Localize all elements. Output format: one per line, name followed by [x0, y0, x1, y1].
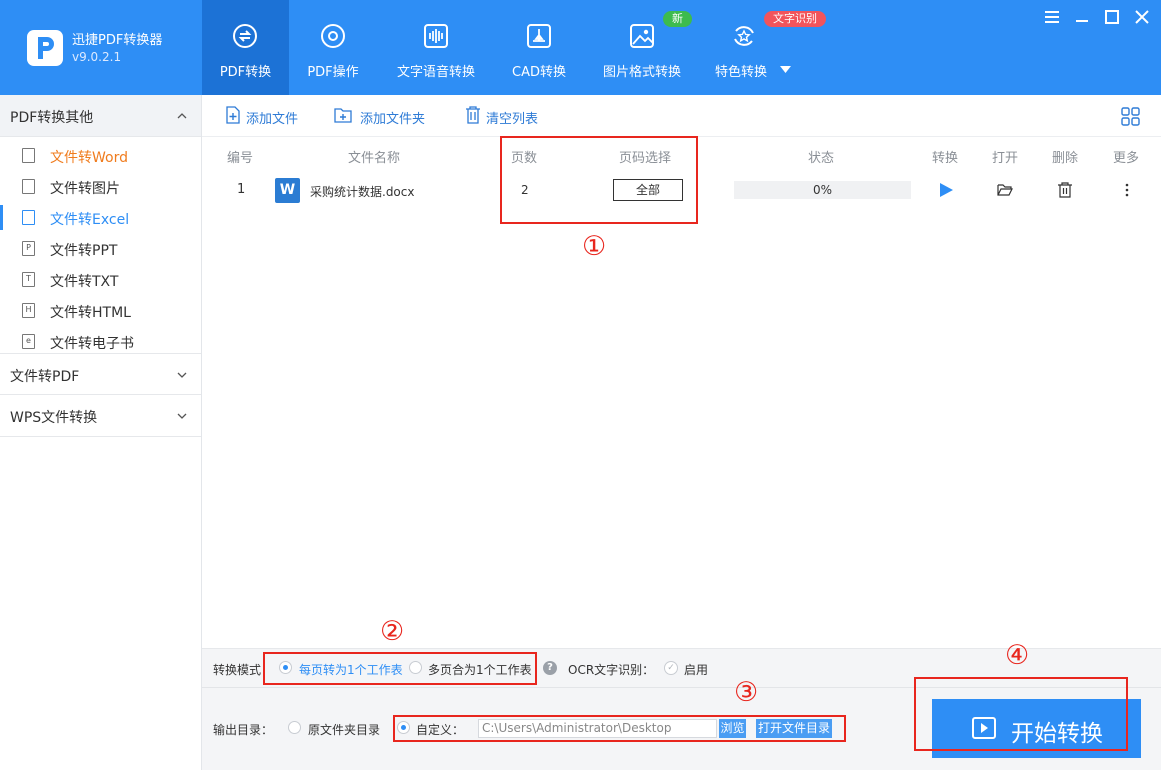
excel-file-icon: [22, 210, 35, 225]
minimize-icon[interactable]: [1074, 9, 1090, 25]
sidebar-section-pdf-convert-other[interactable]: PDF转换其他: [0, 95, 201, 137]
nav-label: 文字语音转换: [396, 65, 475, 80]
title-bar: 迅捷PDF转换器 v9.0.2.1 PDF转换 PDF操作 文字语音转换 CAD…: [0, 0, 1161, 95]
add-folder-icon: [334, 108, 352, 123]
delete-icon[interactable]: [1057, 182, 1073, 198]
header-open: 打开: [992, 151, 1019, 166]
progress-bar: 0%: [734, 181, 911, 199]
annotation-box-2: [263, 652, 537, 685]
add-folder-button[interactable]: 添加文件夹: [334, 106, 442, 127]
annotation-number-2: ②: [380, 616, 405, 647]
add-file-icon: [226, 106, 240, 124]
sidebar-item-label: 文件转Word: [50, 150, 128, 166]
sidebar-item-ppt[interactable]: P 文件转PPT: [0, 233, 201, 264]
sidebar-item-label: 文件转图片: [50, 181, 120, 197]
nav-pdf-convert[interactable]: PDF转换: [202, 0, 289, 95]
output-label: 输出目录：: [213, 723, 274, 737]
ocr-badge: 文字识别: [764, 11, 826, 27]
pdf-convert-icon: [233, 24, 257, 48]
sidebar: PDF转换其他 文件转Word 文件转图片 文件转Excel P 文件转PPT …: [0, 95, 202, 770]
app-name: 迅捷PDF转换器: [72, 33, 163, 48]
grid-view-icon[interactable]: [1121, 107, 1140, 126]
more-icon[interactable]: [1119, 182, 1135, 198]
nav-text-voice[interactable]: 文字语音转换: [382, 0, 490, 95]
clear-list-label: 清空列表: [486, 112, 539, 127]
txt-file-icon: T: [22, 272, 35, 287]
nav-label: PDF操作: [307, 65, 359, 80]
progress-text: 0%: [812, 183, 833, 197]
maximize-icon[interactable]: [1104, 9, 1120, 25]
sidebar-section-file-to-pdf[interactable]: 文件转PDF: [0, 353, 201, 395]
section-title: 文件转PDF: [10, 369, 80, 385]
nav-label: CAD转换: [512, 65, 566, 80]
add-folder-label: 添加文件夹: [360, 112, 426, 127]
annotation-number-4: ④: [1005, 640, 1030, 671]
check-icon[interactable]: ✓: [664, 661, 678, 675]
nav-label: PDF转换: [219, 65, 272, 80]
html-file-icon: H: [22, 303, 35, 318]
annotation-box-1: [500, 136, 698, 224]
nav-cad[interactable]: CAD转换: [496, 0, 582, 95]
sidebar-item-excel[interactable]: 文件转Excel: [0, 202, 201, 233]
cad-icon: [527, 24, 551, 48]
ocr-enable-label[interactable]: 启用: [684, 661, 708, 678]
annotation-number-3: ③: [734, 677, 759, 708]
sidebar-item-html[interactable]: H 文件转HTML: [0, 295, 201, 326]
trash-icon: [466, 106, 480, 124]
nav-label: 特色转换: [715, 65, 768, 80]
folder-open-icon[interactable]: [997, 182, 1013, 198]
ebook-file-icon: e: [22, 334, 35, 349]
sidebar-item-txt[interactable]: T 文件转TXT: [0, 264, 201, 295]
pdf-operate-icon: [321, 24, 345, 48]
sidebar-section-wps[interactable]: WPS文件转换: [0, 395, 201, 437]
chevron-down-icon: [177, 372, 187, 378]
sidebar-item-label: 文件转电子书: [50, 336, 134, 352]
output-radio-original[interactable]: [288, 721, 301, 734]
sidebar-item-label: 文件转TXT: [50, 274, 119, 290]
header-filename: 文件名称: [348, 151, 401, 166]
document-icon: [22, 148, 35, 163]
image-file-icon: [22, 179, 35, 194]
help-icon[interactable]: ?: [543, 661, 557, 675]
sidebar-item-image[interactable]: 文件转图片: [0, 171, 201, 202]
toolbar: 添加文件 添加文件夹 清空列表: [202, 95, 1161, 137]
annotation-number-1: ①: [582, 231, 607, 262]
section-title: PDF转换其他: [10, 110, 94, 126]
new-badge: 新: [663, 11, 692, 27]
ppt-file-icon: P: [22, 241, 35, 256]
row-index: 1: [237, 182, 246, 197]
sidebar-item-label: 文件转PPT: [50, 243, 118, 259]
nav-label: 图片格式转换: [602, 65, 681, 80]
chevron-up-icon: [177, 113, 187, 119]
sidebar-item-label: 文件转HTML: [50, 305, 131, 321]
row-filename: 采购统计数据.docx: [310, 185, 415, 199]
chevron-down-icon: [177, 413, 187, 419]
header-status: 状态: [808, 151, 835, 166]
add-file-button[interactable]: 添加文件: [224, 106, 314, 127]
app-logo: [27, 30, 63, 66]
annotation-box-4: [914, 677, 1128, 751]
ocr-label: OCR文字识别：: [568, 663, 655, 677]
section-title: WPS文件转换: [10, 410, 98, 426]
annotation-box-3: [393, 715, 846, 742]
app-version: v9.0.2.1: [72, 50, 122, 64]
menu-icon[interactable]: [1044, 9, 1060, 25]
header-more: 更多: [1113, 151, 1140, 166]
add-file-label: 添加文件: [246, 112, 299, 127]
image-icon: [630, 24, 654, 48]
clear-list-button[interactable]: 清空列表: [464, 106, 550, 127]
header-convert: 转换: [932, 151, 959, 166]
sidebar-item-word[interactable]: 文件转Word: [0, 140, 201, 171]
word-file-icon: W: [275, 178, 300, 203]
close-icon[interactable]: [1134, 9, 1150, 25]
header-index: 编号: [227, 151, 254, 166]
play-icon[interactable]: [938, 182, 954, 198]
caret-down-icon: [780, 66, 791, 73]
voice-wave-icon: [424, 24, 448, 48]
output-option-original[interactable]: 原文件夹目录: [308, 721, 380, 738]
nav-pdf-operate[interactable]: PDF操作: [289, 0, 377, 95]
star-convert-icon: [734, 26, 754, 46]
sidebar-item-label: 文件转Excel: [50, 212, 130, 228]
header-delete: 删除: [1052, 151, 1079, 166]
